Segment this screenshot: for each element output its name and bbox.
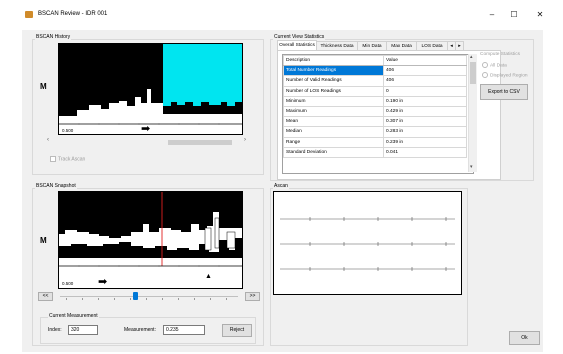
row-description[interactable]: Minimum <box>283 95 384 107</box>
table-row[interactable]: Mean 0.307 in <box>283 116 467 128</box>
table-row[interactable]: Median 0.283 in <box>283 126 467 138</box>
slider-tick <box>66 298 67 300</box>
bscan-snapshot-plot[interactable] <box>58 191 243 289</box>
row-value[interactable]: 0.239 in <box>383 136 467 148</box>
table-row[interactable]: Minimum 0.190 in <box>283 95 467 107</box>
row-description[interactable]: Total Number Readings <box>283 65 384 77</box>
scroll-left-icon[interactable]: ‹ <box>47 137 49 143</box>
bscan-snapshot-m-label: M <box>40 236 47 245</box>
index-label: Index: <box>48 327 62 333</box>
slider-tick <box>210 298 211 300</box>
ascan-title: Ascan <box>273 183 289 189</box>
slider-tick <box>194 298 195 300</box>
bscan-snapshot-scale-label: 0.500 <box>62 281 74 286</box>
bscan-history-title: BSCAN History <box>35 34 72 40</box>
all-data-radio-circle[interactable] <box>482 62 488 68</box>
slider-tick <box>130 298 131 300</box>
slider-tick <box>226 298 227 300</box>
current-measurement-title: Current Measurement <box>48 313 99 319</box>
slider-tick <box>82 298 83 300</box>
displayed-region-radio-circle[interactable] <box>482 72 488 78</box>
table-row[interactable]: Number of Valid Readings 406 <box>283 75 467 87</box>
snapshot-position-marker-icon: ▲ <box>205 273 212 280</box>
displayed-region-radio[interactable]: Displayed Region <box>482 72 528 78</box>
row-description[interactable]: Maximum <box>283 105 384 118</box>
close-button[interactable]: ✕ <box>529 8 551 22</box>
track-ascan-checkbox[interactable]: Track Ascan <box>50 156 85 162</box>
compute-statistics-label: Compute Statistics <box>480 52 520 57</box>
row-value[interactable]: 0.190 in <box>383 95 467 107</box>
row-description[interactable]: Range <box>283 136 384 148</box>
export-to-csv-button[interactable]: Export to CSV <box>480 84 528 100</box>
bscan-history-direction-arrow-icon: ➡ <box>141 123 151 135</box>
track-ascan-label: Track Ascan <box>58 156 86 163</box>
slider-thumb[interactable] <box>132 292 138 300</box>
table-row[interactable]: Number of LOS Readings 0 <box>283 85 467 97</box>
track-ascan-checkbox-box[interactable] <box>50 156 56 162</box>
row-value[interactable]: 0.283 in <box>383 126 467 138</box>
table-row[interactable]: Range 0.239 in <box>283 136 467 148</box>
bscan-history-plot[interactable] <box>58 43 243 135</box>
table-row[interactable]: Standard Deviation 0.041 <box>283 146 467 158</box>
bscan-history-graph <box>59 44 242 134</box>
row-value[interactable]: 406 <box>383 75 467 87</box>
minimize-button[interactable]: – <box>481 8 503 22</box>
bscan-history-scroll-thumb[interactable] <box>168 140 232 145</box>
previous-button[interactable]: << <box>38 292 53 301</box>
table-row[interactable]: Total Number Readings 406 <box>283 65 467 77</box>
column-header-description[interactable]: Description <box>283 55 384 67</box>
bscan-history-m-label: M <box>40 82 47 91</box>
next-button[interactable]: >> <box>245 292 260 301</box>
row-value[interactable]: 406 <box>383 65 467 77</box>
slider-tick <box>162 298 163 300</box>
window-title: BSCAN Review - IDR 001 <box>38 11 108 17</box>
title-bar: BSCAN Review - IDR 001 – ☐ ✕ <box>0 0 563 30</box>
slider-tick <box>146 298 147 300</box>
measurement-label: Measurement: <box>124 327 156 333</box>
bscan-snapshot-direction-arrow-icon: ➡ <box>98 276 108 288</box>
all-data-label: All Data <box>490 63 507 69</box>
scroll-down-icon[interactable]: ▾ <box>470 164 473 170</box>
column-header-value[interactable]: Value <box>383 55 467 67</box>
all-data-radio[interactable]: All Data <box>482 62 507 68</box>
row-description[interactable]: Number of LOS Readings <box>283 85 384 97</box>
row-value[interactable]: 0 <box>383 85 467 97</box>
slider-tick <box>98 298 99 300</box>
measurement-field[interactable]: 0.235 <box>163 325 205 335</box>
bscan-snapshot-graph <box>59 192 242 288</box>
slider-track[interactable] <box>60 296 238 297</box>
bscan-history-scale-label: 0.500 <box>62 128 74 133</box>
row-description[interactable]: Mean <box>283 116 384 128</box>
row-description[interactable]: Number of Valid Readings <box>283 75 384 87</box>
bscan-review-window: BSCAN Review - IDR 001 – ☐ ✕ BSCAN Histo… <box>0 0 563 354</box>
bscan-snapshot-title: BSCAN Snapshot <box>35 183 77 189</box>
statistics-scroll-thumb[interactable] <box>470 62 476 84</box>
row-value[interactable]: 0.429 in <box>383 105 467 118</box>
maximize-button[interactable]: ☐ <box>503 8 525 22</box>
ascan-graph <box>280 217 455 271</box>
row-description[interactable]: Median <box>283 126 384 138</box>
table-header-row: Description Value <box>283 55 467 67</box>
slider-tick <box>114 298 115 300</box>
statistics-table[interactable]: Description Value Total Number Readings … <box>282 54 474 174</box>
bscan-history-scrollbar[interactable]: ‹ › <box>47 137 246 146</box>
ok-button[interactable]: Ok <box>509 331 540 345</box>
displayed-region-label: Displayed Region <box>490 73 528 79</box>
slider-tick <box>178 298 179 300</box>
row-description[interactable]: Standard Deviation <box>283 146 384 158</box>
row-value[interactable]: 0.041 <box>383 146 467 158</box>
scroll-up-icon[interactable]: ▴ <box>470 54 473 60</box>
statistics-table-scrollbar[interactable]: ▴ ▾ <box>468 54 477 172</box>
app-icon <box>25 11 33 18</box>
index-field[interactable]: 320 <box>68 325 98 335</box>
ascan-plot[interactable] <box>273 191 462 295</box>
row-value[interactable]: 0.307 in <box>383 116 467 128</box>
scroll-right-icon[interactable]: › <box>244 137 246 143</box>
reject-button[interactable]: Reject <box>222 324 252 337</box>
table-row[interactable]: Maximum 0.429 in <box>283 105 467 118</box>
